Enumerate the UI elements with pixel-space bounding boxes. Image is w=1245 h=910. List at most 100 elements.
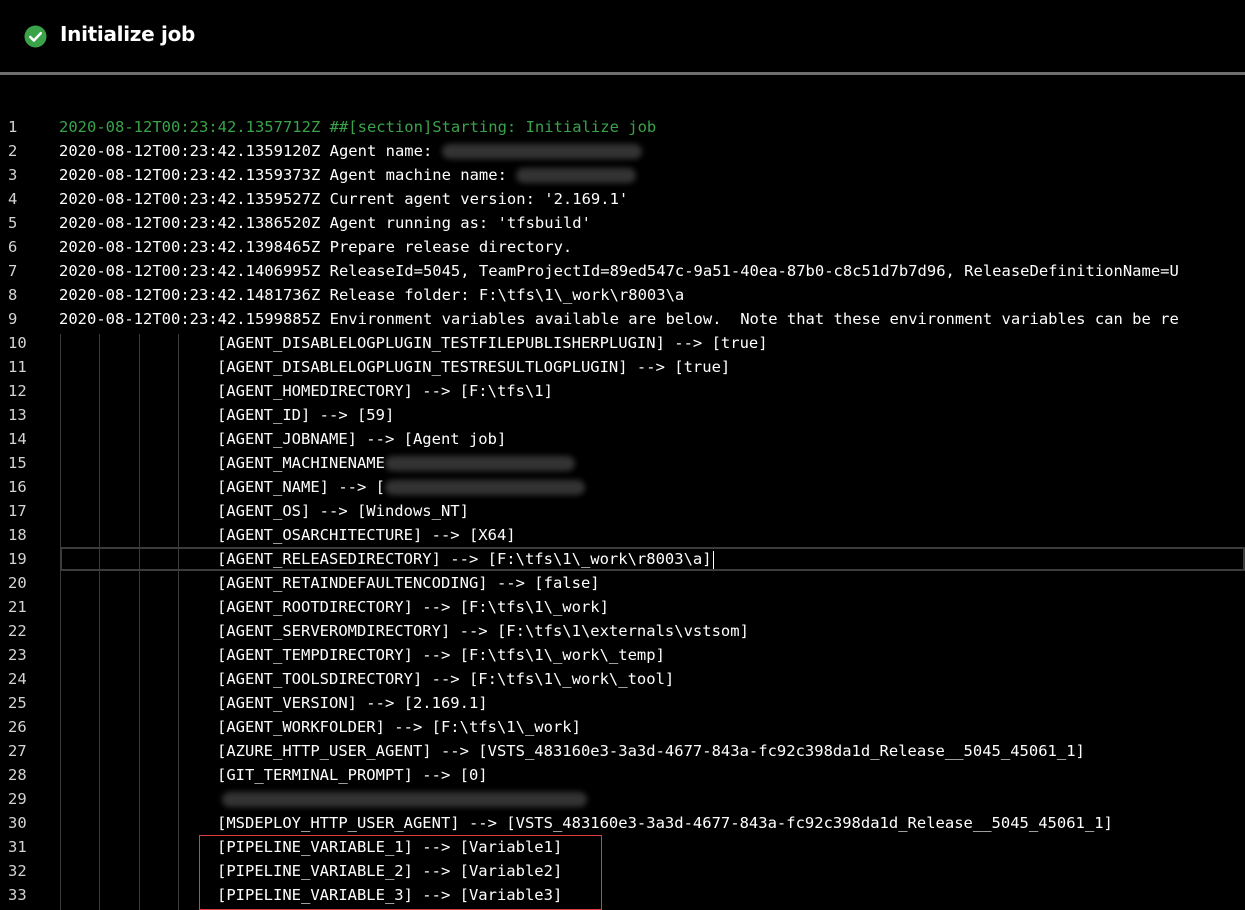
log-text: [AGENT_TOOLSDIRECTORY] --> [F:\tfs\1\_wo… <box>217 670 675 688</box>
line-number: 13 <box>8 406 27 424</box>
line-number: 10 <box>8 334 27 352</box>
log-text: [MSDEPLOY_HTTP_USER_AGENT] --> [VSTS_483… <box>217 814 1113 832</box>
line-number: 14 <box>8 430 27 448</box>
text-cursor <box>712 550 714 569</box>
log-line[interactable]: 3 2020-08-12T00:23:42.1359373Z Agent mach… <box>0 163 1245 187</box>
line-number: 18 <box>8 526 27 544</box>
log-line[interactable]: 12 [AGENT_HOMEDIRECTORY] --> [F:\tfs\1] <box>0 379 1245 403</box>
log-line[interactable]: 30 [MSDEPLOY_HTTP_USER_AGENT] --> [VSTS_4… <box>0 811 1245 835</box>
line-number: 26 <box>8 718 27 736</box>
log-text: 2020-08-12T00:23:42.1359120Z Agent name: <box>59 139 642 163</box>
log-line[interactable]: 24 [AGENT_TOOLSDIRECTORY] --> [F:\tfs\1\_… <box>0 667 1245 691</box>
line-number: 21 <box>8 598 27 616</box>
redacted-value <box>222 792 587 807</box>
log-text: [AGENT_ID] --> [59] <box>217 406 395 424</box>
line-number: 23 <box>8 646 27 664</box>
log-text: [AGENT_DISABLELOGPLUGIN_TESTFILEPUBLISHE… <box>217 334 768 352</box>
log-line[interactable]: 17 [AGENT_OS] --> [Windows_NT] <box>0 499 1245 523</box>
log-line[interactable]: 7 2020-08-12T00:23:42.1406995Z ReleaseId=… <box>0 259 1245 283</box>
redacted-value <box>384 480 585 495</box>
log-text: 2020-08-12T00:23:42.1398465Z Prepare rel… <box>59 238 573 256</box>
log-line[interactable]: 33 [PIPELINE_VARIABLE_3] --> [Variable3] <box>0 883 1245 907</box>
log-line[interactable]: 22 [AGENT_SERVEROMDIRECTORY] --> [F:\tfs\… <box>0 619 1245 643</box>
log-text: [AGENT_NAME] --> [ <box>217 475 585 499</box>
line-number: 15 <box>8 454 27 472</box>
line-number: 29 <box>8 790 27 808</box>
log-line[interactable]: 32 [PIPELINE_VARIABLE_2] --> [Variable2] <box>0 859 1245 883</box>
log-text: [AGENT_HOMEDIRECTORY] --> [F:\tfs\1] <box>217 382 553 400</box>
log-text: [AGENT_RELEASEDIRECTORY] --> [F:\tfs\1\_… <box>217 550 714 569</box>
log-text: [AGENT_MACHINENAME <box>217 451 575 475</box>
log-line[interactable]: 18 [AGENT_OSARCHITECTURE] --> [X64] <box>0 523 1245 547</box>
job-header: Initialize job <box>0 0 1245 75</box>
line-number: 32 <box>8 862 27 880</box>
log-text: [AGENT_WORKFOLDER] --> [F:\tfs\1\_work] <box>217 718 581 736</box>
log-text: 2020-08-12T00:23:42.1599885Z Environment… <box>59 310 1179 328</box>
log-line[interactable]: 10 [AGENT_DISABLELOGPLUGIN_TESTFILEPUBLIS… <box>0 331 1245 355</box>
line-number: 7 <box>8 262 18 280</box>
line-number: 20 <box>8 574 27 592</box>
log-line[interactable]: 15 [AGENT_MACHINENAME <box>0 451 1245 475</box>
log-line[interactable]: 26 [AGENT_WORKFOLDER] --> [F:\tfs\1\_work… <box>0 715 1245 739</box>
log-text: 2020-08-12T00:23:42.1406995Z ReleaseId=5… <box>59 262 1179 280</box>
log-line[interactable]: 11 [AGENT_DISABLELOGPLUGIN_TESTRESULTLOGP… <box>0 355 1245 379</box>
log-line[interactable]: 6 2020-08-12T00:23:42.1398465Z Prepare re… <box>0 235 1245 259</box>
line-number: 12 <box>8 382 27 400</box>
line-number: 16 <box>8 478 27 496</box>
line-number: 19 <box>8 550 27 568</box>
log-line[interactable]: 2 2020-08-12T00:23:42.1359120Z Agent name… <box>0 139 1245 163</box>
line-number: 17 <box>8 502 27 520</box>
log-text: [AGENT_OSARCHITECTURE] --> [X64] <box>217 526 516 544</box>
log-text: 2020-08-12T00:23:42.1359527Z Current age… <box>59 190 629 208</box>
log-line[interactable]: 25 [AGENT_VERSION] --> [2.169.1] <box>0 691 1245 715</box>
log-line[interactable]: 20 [AGENT_RETAINDEFAULTENCODING] --> [fal… <box>0 571 1245 595</box>
log-text <box>217 787 587 811</box>
line-number: 3 <box>8 166 18 184</box>
redacted-value <box>441 144 642 159</box>
line-number: 9 <box>8 310 18 328</box>
log-line[interactable]: 27 [AZURE_HTTP_USER_AGENT] --> [VSTS_4831… <box>0 739 1245 763</box>
job-title: Initialize job <box>60 22 196 46</box>
line-number: 31 <box>8 838 27 856</box>
log-text: 2020-08-12T00:23:42.1359373Z Agent machi… <box>59 163 637 187</box>
line-number: 4 <box>8 190 18 208</box>
log-line[interactable]: 31 [PIPELINE_VARIABLE_1] --> [Variable1] <box>0 835 1245 859</box>
log-text: 2020-08-12T00:23:42.1481736Z Release fol… <box>59 286 685 304</box>
highlighted-pipeline-variables <box>199 835 602 910</box>
log-line[interactable]: 23 [AGENT_TEMPDIRECTORY] --> [F:\tfs\1\_w… <box>0 643 1245 667</box>
log-line[interactable]: 21 [AGENT_ROOTDIRECTORY] --> [F:\tfs\1\_w… <box>0 595 1245 619</box>
line-number: 30 <box>8 814 27 832</box>
log-text: [AGENT_ROOTDIRECTORY] --> [F:\tfs\1\_wor… <box>217 598 609 616</box>
log-text: [GIT_TERMINAL_PROMPT] --> [0] <box>217 766 488 784</box>
log-line[interactable]: 4 2020-08-12T00:23:42.1359527Z Current ag… <box>0 187 1245 211</box>
line-number: 6 <box>8 238 18 256</box>
log-line[interactable]: 14 [AGENT_JOBNAME] --> [Agent job] <box>0 427 1245 451</box>
line-number: 28 <box>8 766 27 784</box>
log-line[interactable]: 16 [AGENT_NAME] --> [ <box>0 475 1245 499</box>
line-number: 24 <box>8 670 27 688</box>
log-line[interactable]: 28 [GIT_TERMINAL_PROMPT] --> [0] <box>0 763 1245 787</box>
log-text: [AGENT_DISABLELOGPLUGIN_TESTRESULTLOGPLU… <box>217 358 731 376</box>
line-number: 25 <box>8 694 27 712</box>
log-line[interactable]: 8 2020-08-12T00:23:42.1481736Z Release fo… <box>0 283 1245 307</box>
log-line[interactable]: 5 2020-08-12T00:23:42.1386520Z Agent runn… <box>0 211 1245 235</box>
redacted-value <box>384 456 575 471</box>
log-line[interactable]: 19 [AGENT_RELEASEDIRECTORY] --> [F:\tfs\1… <box>8 547 1245 571</box>
line-number: 27 <box>8 742 27 760</box>
log-text: [AGENT_VERSION] --> [2.169.1] <box>217 694 488 712</box>
log-text: [AGENT_SERVEROMDIRECTORY] --> [F:\tfs\1\… <box>217 622 749 640</box>
log-line[interactable]: 29 <box>0 787 1245 811</box>
line-number: 22 <box>8 622 27 640</box>
line-number: 5 <box>8 214 18 232</box>
redacted-value <box>516 168 637 183</box>
log-line[interactable]: 9 2020-08-12T00:23:42.1599885Z Environmen… <box>0 307 1245 331</box>
line-number: 33 <box>8 886 27 904</box>
log-line[interactable]: 13 [AGENT_ID] --> [59] <box>0 403 1245 427</box>
line-number: 8 <box>8 286 18 304</box>
log-line[interactable]: 1 2020-08-12T00:23:42.1357712Z ##[section… <box>0 115 1245 139</box>
line-number: 2 <box>8 142 18 160</box>
log-text: 2020-08-12T00:23:42.1386520Z Agent runni… <box>59 214 591 232</box>
log-output[interactable]: 1 2020-08-12T00:23:42.1357712Z ##[section… <box>0 115 1245 910</box>
line-number: 11 <box>8 358 27 376</box>
line-number: 1 <box>8 118 18 136</box>
